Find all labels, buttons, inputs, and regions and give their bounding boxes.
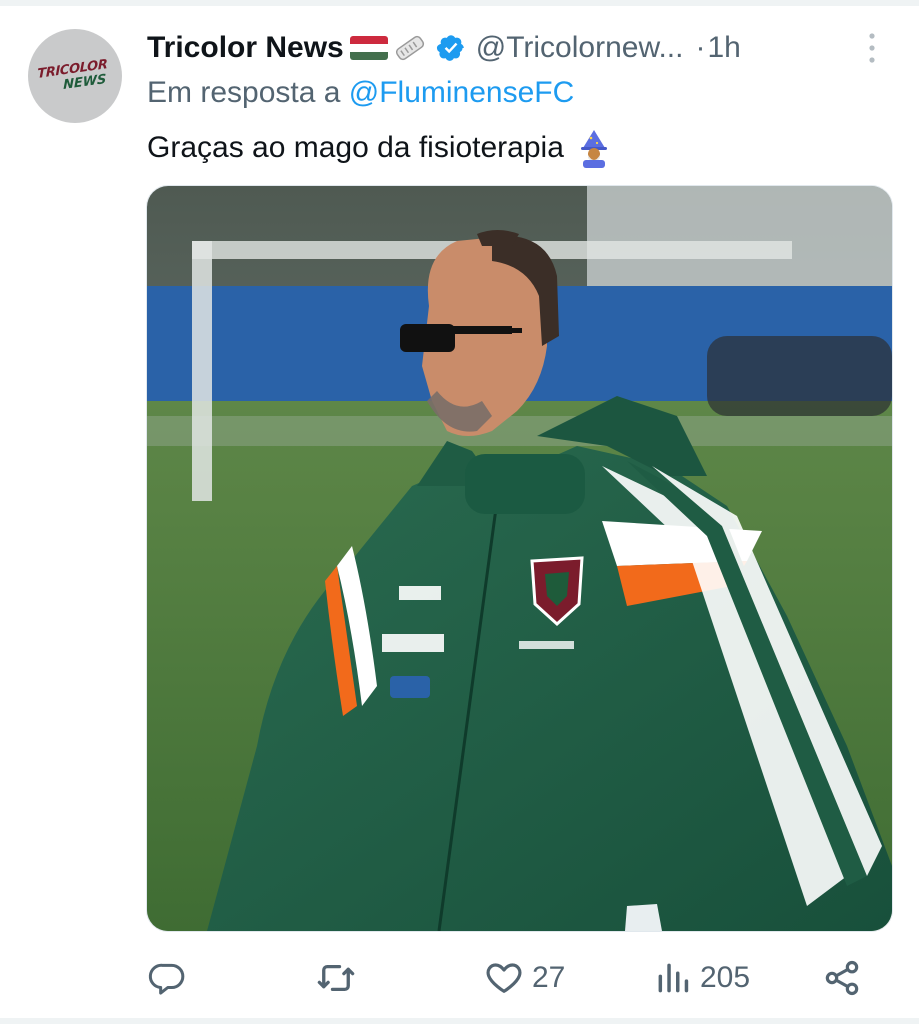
mage-icon [580, 130, 607, 168]
views-count: 205 [700, 961, 751, 994]
rolled-newspaper-icon [395, 35, 424, 61]
tweet-photo[interactable] [146, 185, 893, 932]
reply-icon [148, 963, 185, 995]
retweet-button[interactable] [315, 950, 365, 1006]
views-button[interactable]: 205 [654, 950, 750, 1006]
like-button[interactable]: 27 [484, 950, 565, 1006]
action-bar: 27 205 [0, 950, 919, 1006]
avatar[interactable]: TRICOLOR NEWS [28, 29, 122, 123]
display-name[interactable]: Tricolor News [147, 31, 344, 65]
timestamp[interactable]: 1h [707, 31, 740, 65]
verified-badge-icon[interactable] [436, 33, 466, 63]
tweet-body: Graças ao mago da fisioterapia [147, 128, 614, 168]
tweet-header: Tricolor News @Tricolornew... · 1h [147, 28, 887, 68]
reply-to-link[interactable]: @FluminenseFC [349, 76, 575, 109]
tweet-text: Graças ao mago da fisioterapia [147, 131, 564, 164]
author-handle[interactable]: @Tricolornew... [476, 31, 684, 65]
heart-icon [486, 963, 522, 993]
reply-prefix: Em resposta a [147, 76, 341, 109]
retweet-icon [317, 964, 355, 992]
hungary-flag-icon [349, 36, 388, 60]
like-count: 27 [532, 961, 566, 994]
share-button[interactable] [822, 950, 870, 1006]
more-options-icon[interactable] [862, 30, 882, 66]
reply-button[interactable] [148, 950, 194, 1006]
share-icon [825, 960, 859, 996]
bottom-divider [0, 1018, 919, 1024]
coach-photo [147, 186, 892, 931]
separator-dot: · [695, 31, 706, 64]
reply-context: Em resposta a @FluminenseFC [147, 76, 574, 110]
top-divider [0, 0, 919, 6]
views-icon [658, 963, 689, 993]
